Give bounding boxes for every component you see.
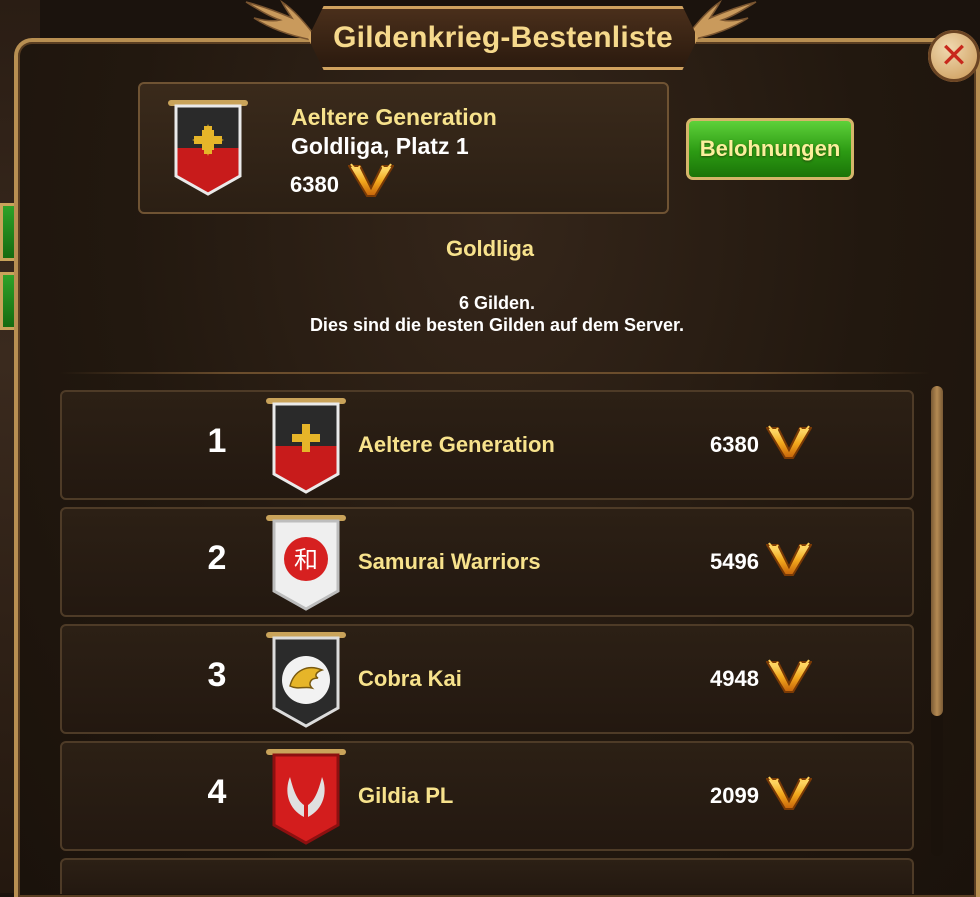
title-plate: Gildenkrieg-Bestenliste (308, 6, 698, 70)
my-guild-card: Aeltere Generation Goldliga, Platz 1 638… (138, 82, 669, 214)
rewards-button[interactable]: Belohnungen (686, 118, 854, 180)
guild-points: 5496 (710, 549, 759, 574)
table-row[interactable] (60, 858, 914, 894)
rank: 1 (207, 422, 227, 460)
red-cross-banner-icon (166, 98, 250, 200)
guild-name: Aeltere Generation (358, 432, 555, 457)
guild-points: 2099 (710, 783, 759, 808)
guild-name: Cobra Kai (358, 666, 462, 691)
window-title: Gildenkrieg-Bestenliste (333, 21, 673, 54)
war-points-icon (347, 162, 395, 202)
svg-text:和: 和 (294, 546, 318, 574)
league-description: 6 Gilden. Dies sind die besten Gilden au… (0, 292, 980, 336)
guild-count: 6 Gilden. (458, 293, 536, 313)
guild-points: 6380 (710, 432, 759, 457)
left-wing-ornament (232, 0, 313, 44)
guild-name: Gildia PL (358, 783, 454, 808)
war-points-icon (765, 541, 813, 581)
league-title: Goldliga (446, 236, 534, 261)
kanji-banner-icon: 和 (264, 513, 348, 615)
table-row[interactable]: 3 Cobra Kai 4948 (60, 624, 914, 734)
guild-points: 4948 (710, 666, 759, 691)
war-points-icon (765, 775, 813, 815)
my-guild-league: Goldliga, Platz 1 (291, 133, 469, 159)
my-guild-name: Aeltere Generation (291, 104, 497, 130)
close-icon: ✕ (939, 36, 969, 76)
my-guild-points: 6380 (290, 172, 339, 197)
close-button[interactable]: ✕ (928, 30, 980, 82)
wings-banner-icon (264, 747, 348, 849)
rank: 4 (207, 773, 227, 811)
red-cross-banner-icon (264, 396, 348, 498)
war-points-icon (765, 658, 813, 698)
table-row[interactable]: 1 Aeltere Generation 6380 (60, 390, 914, 500)
rank: 3 (207, 656, 227, 694)
right-wing-ornament (689, 0, 760, 44)
guild-name: Samurai Warriors (358, 549, 541, 574)
eagle-banner-icon (264, 630, 348, 732)
description-text: Dies sind die besten Gilden auf dem Serv… (309, 315, 685, 335)
divider (60, 372, 930, 374)
table-row[interactable]: 2 和 Samurai Warriors 5496 (60, 507, 914, 617)
war-points-icon (765, 424, 813, 464)
scrollbar-thumb[interactable] (931, 386, 943, 716)
rank: 2 (207, 539, 227, 577)
table-row[interactable]: 4 Gildia PL 2099 (60, 741, 914, 851)
